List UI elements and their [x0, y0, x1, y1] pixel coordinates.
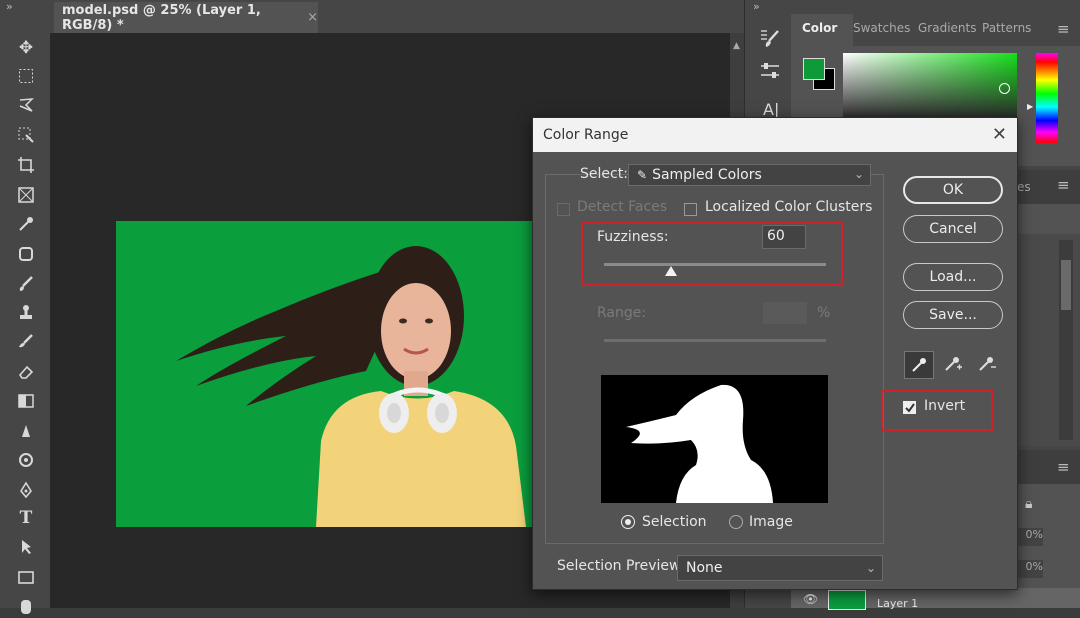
adjustments-icon[interactable] — [759, 60, 781, 82]
tab-gradients[interactable]: Gradients — [918, 21, 976, 35]
eyedropper-sample-icon[interactable] — [904, 351, 934, 379]
history-brush-tool-icon[interactable] — [13, 330, 39, 354]
document-tab-bar: model.psd @ 25% (Layer 1, RGB/8) * × — [50, 0, 744, 33]
document-tab[interactable]: model.psd @ 25% (Layer 1, RGB/8) * × — [54, 2, 318, 33]
selection-preview-image — [601, 375, 828, 503]
eyedropper-tool-icon[interactable] — [13, 212, 39, 236]
hue-slider[interactable] — [1036, 53, 1058, 143]
detect-faces-checkbox[interactable] — [557, 203, 570, 216]
brush-settings-icon[interactable] — [759, 28, 781, 50]
selection-preview-label: Selection Preview: — [557, 558, 685, 574]
color-picker-cursor[interactable] — [999, 83, 1010, 94]
color-picker-field[interactable] — [843, 53, 1017, 118]
color-range-dialog: Color Range ✕ Select: ✎ Sampled Colors ⌄… — [532, 117, 1018, 590]
brush-tool-icon[interactable] — [13, 272, 39, 296]
lasso-tool-icon[interactable] — [13, 93, 39, 117]
document-tab-title: model.psd @ 25% (Layer 1, RGB/8) * — [62, 2, 261, 33]
selection-preview-dropdown[interactable]: None ⌄ — [677, 555, 883, 581]
object-selection-tool-icon[interactable] — [13, 123, 39, 147]
rectangle-tool-icon[interactable] — [13, 565, 39, 589]
range-slider-track — [604, 339, 826, 342]
clone-stamp-tool-icon[interactable] — [13, 300, 39, 324]
fuzziness-slider-track[interactable] — [604, 263, 826, 266]
close-tab-icon[interactable]: × — [307, 10, 318, 25]
model-photo — [176, 246, 526, 527]
localized-clusters-checkbox[interactable] — [684, 203, 697, 216]
tab-patterns[interactable]: Patterns — [982, 21, 1031, 35]
selection-radio-label: Selection — [642, 514, 707, 530]
foreground-color-swatch[interactable] — [803, 58, 825, 80]
layer-thumbnail — [828, 590, 866, 610]
selection-radio[interactable] — [621, 515, 635, 529]
lock-icon[interactable]: 🔒︎ — [1025, 496, 1032, 512]
chevron-down-icon: ⌄ — [853, 167, 864, 181]
cancel-button[interactable]: Cancel — [903, 215, 1003, 243]
crop-tool-icon[interactable] — [13, 153, 39, 177]
panel-scroll-thumb[interactable] — [1061, 260, 1071, 310]
tab-swatches[interactable]: Swatches — [853, 21, 910, 35]
image-radio-label: Image — [749, 514, 793, 530]
select-dropdown-value: Sampled Colors — [652, 167, 762, 183]
scroll-up-arrow-icon[interactable]: ▲ — [733, 41, 740, 51]
blur-tool-icon[interactable] — [13, 419, 39, 443]
gradient-tool-icon[interactable] — [13, 389, 39, 413]
selection-preview-value: None — [686, 560, 723, 576]
collapse-panels-icon[interactable]: » — [753, 0, 760, 13]
range-input — [763, 302, 807, 324]
frame-tool-icon[interactable] — [13, 183, 39, 207]
fuzziness-slider-thumb[interactable] — [664, 266, 677, 276]
dialog-titlebar[interactable]: Color Range ✕ — [533, 118, 1017, 152]
panel-menu-icon[interactable]: ≡ — [1057, 20, 1070, 38]
eraser-tool-icon[interactable] — [13, 360, 39, 384]
chevron-down-icon: ⌄ — [865, 561, 876, 575]
close-icon[interactable]: ✕ — [992, 124, 1007, 145]
layers-menu-icon[interactable]: ≡ — [1057, 458, 1070, 476]
tab-color[interactable]: Color — [802, 21, 837, 35]
move-tool-icon[interactable]: ✥ — [13, 36, 39, 60]
image-radio[interactable] — [729, 515, 743, 529]
hand-tool-icon[interactable] — [13, 594, 39, 618]
healing-brush-tool-icon[interactable] — [13, 242, 39, 266]
dialog-title: Color Range — [543, 127, 629, 143]
checkmark-icon — [905, 403, 915, 413]
hue-pointer-icon: ▶ — [1027, 102, 1034, 111]
fuzziness-label: Fuzziness: — [597, 229, 669, 245]
layer-name: Layer 1 — [877, 597, 919, 610]
layer-visibility-eye-icon[interactable]: 👁︎ — [803, 592, 818, 606]
select-label: Select: — [580, 166, 628, 182]
load-button[interactable]: Load... — [903, 263, 1003, 291]
marquee-tool-icon[interactable] — [13, 64, 39, 88]
collapse-toolbar-icon[interactable]: » — [6, 0, 13, 13]
document-image — [116, 221, 536, 527]
panel-menu-icon-2[interactable]: ≡ — [1057, 176, 1070, 194]
range-unit: % — [817, 305, 831, 321]
range-label: Range: — [597, 305, 647, 321]
ok-button[interactable]: OK — [903, 176, 1003, 204]
path-selection-tool-icon[interactable] — [13, 535, 39, 559]
panel-tab-fragment: es — [1017, 180, 1031, 194]
localized-clusters-label: Localized Color Clusters — [705, 199, 873, 215]
dodge-tool-icon[interactable] — [13, 449, 39, 473]
invert-label: Invert — [924, 398, 966, 414]
detect-faces-label: Detect Faces — [577, 199, 668, 215]
select-dropdown[interactable]: ✎ Sampled Colors ⌄ — [628, 164, 871, 186]
eyedropper-add-icon[interactable] — [939, 351, 967, 377]
panel-scrollbar[interactable] — [1059, 240, 1073, 440]
pen-tool-icon[interactable] — [13, 478, 39, 502]
invert-checkbox[interactable] — [903, 401, 916, 414]
eyedropper-icon: ✎ — [637, 168, 648, 182]
type-tool-icon[interactable]: T — [13, 506, 39, 530]
fuzziness-input[interactable]: 60 — [762, 225, 806, 249]
selection-mask-image — [626, 384, 773, 503]
eyedropper-subtract-icon[interactable] — [973, 351, 1001, 377]
tools-panel: » ✥ T — [0, 0, 50, 614]
save-button[interactable]: Save... — [903, 301, 1003, 329]
